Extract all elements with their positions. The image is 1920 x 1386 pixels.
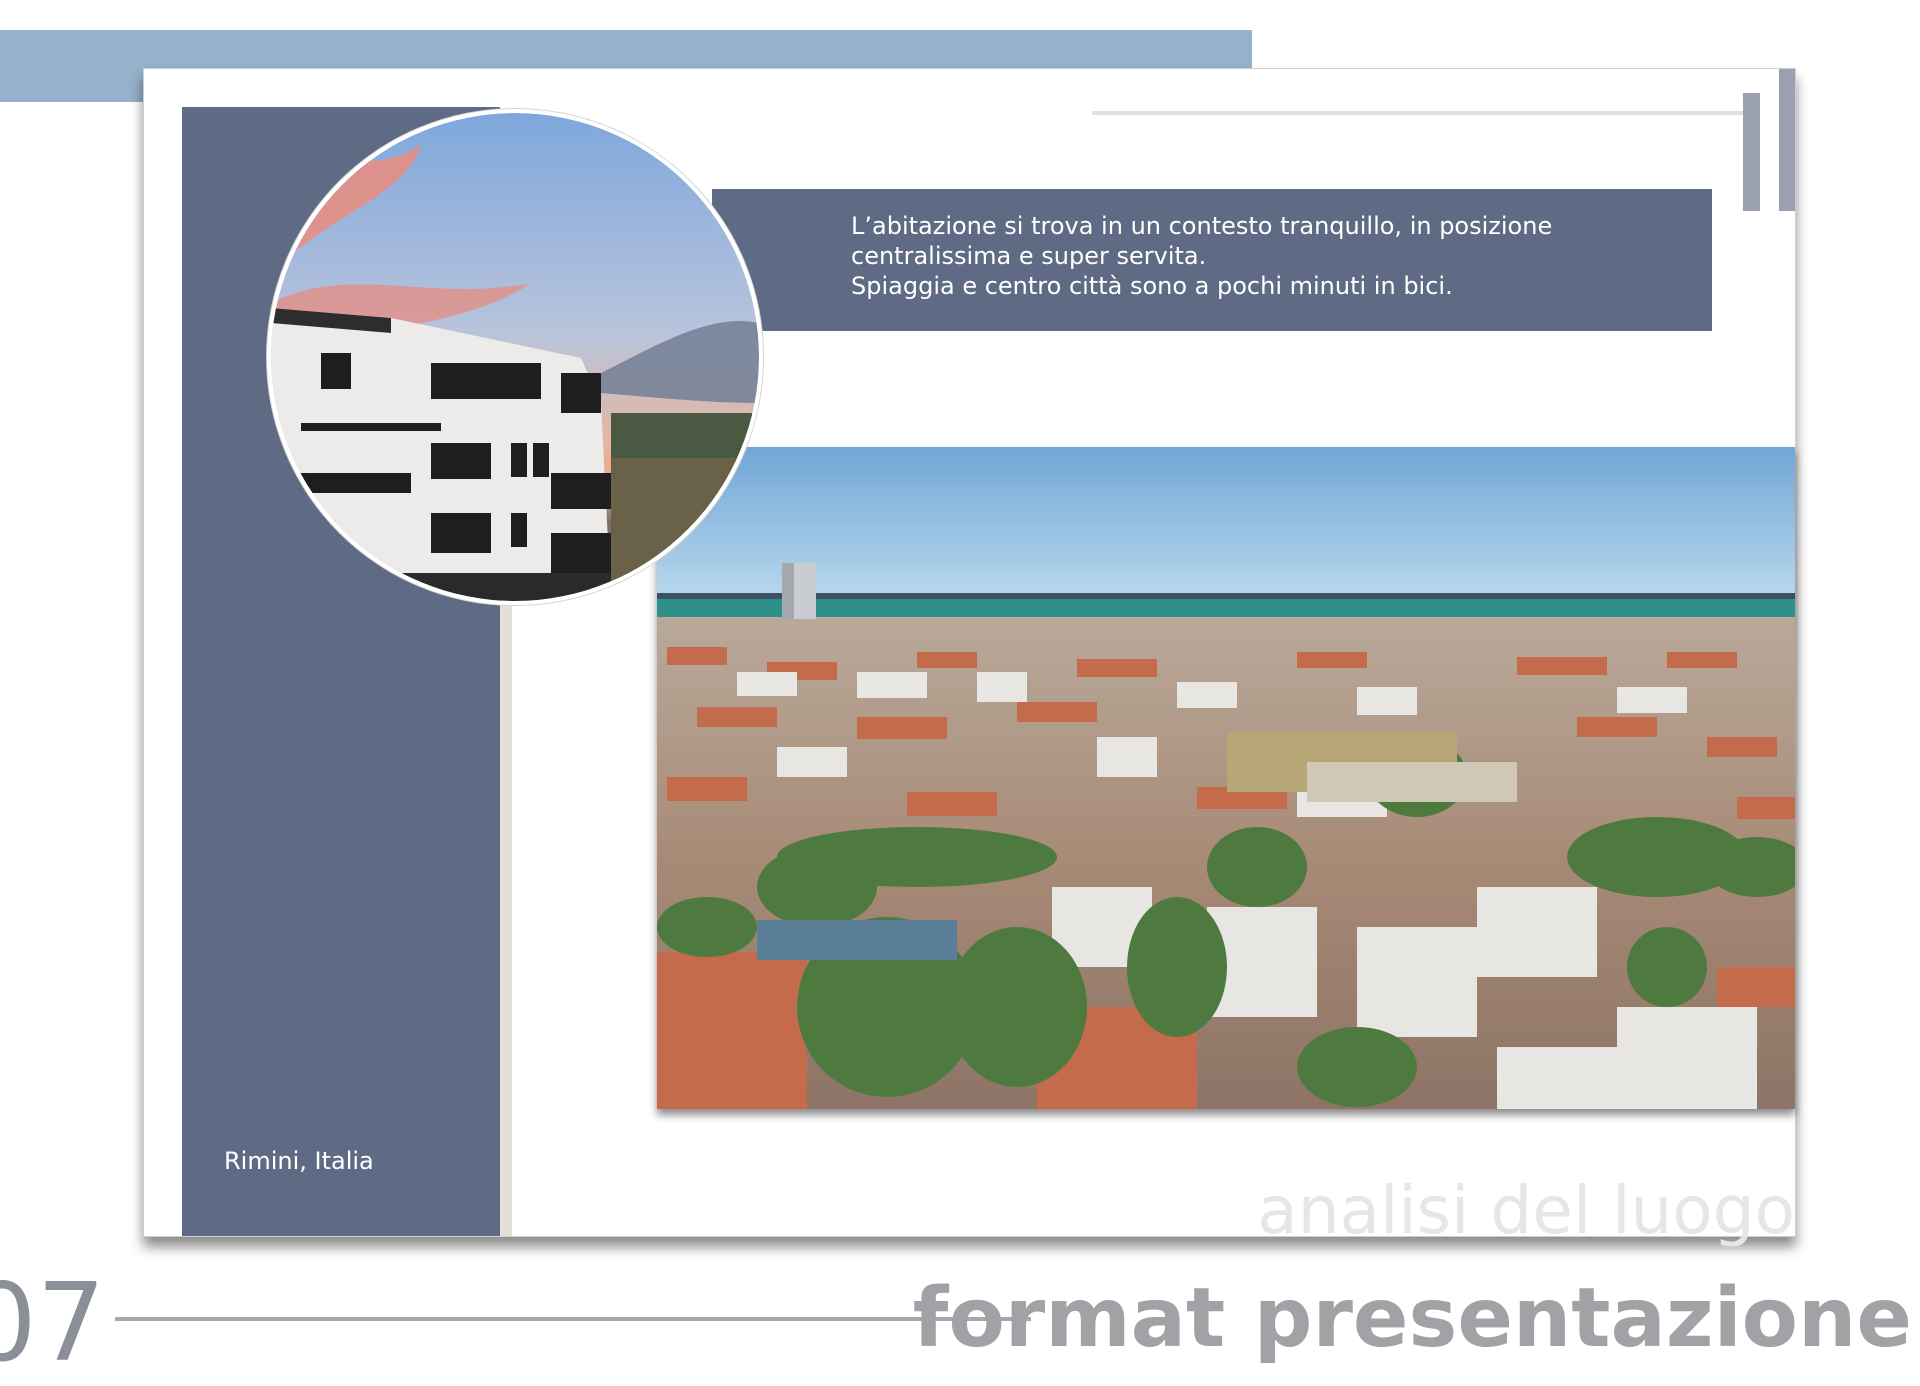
presentation-card: Rimini, Italia L’abitazione si trova in … — [143, 68, 1796, 1244]
description-line-3: Spiaggia e centro città sono a pochi min… — [851, 272, 1453, 300]
building-photo-circle — [267, 109, 763, 605]
section-watermark: analisi del luogo — [1257, 1172, 1795, 1249]
footer-title: format presentazione — [912, 1271, 1912, 1366]
corner-decoration-cut — [1743, 69, 1779, 93]
page-number: 07 — [0, 1261, 106, 1386]
aerial-city-illustration — [657, 447, 1795, 1109]
description-line-1: L’abitazione si trova in un contesto tra… — [851, 212, 1553, 240]
side-accent-strip — [500, 589, 512, 1236]
footer-rule — [115, 1317, 1031, 1321]
building-sunset-illustration — [271, 113, 759, 601]
description-text: L’abitazione si trova in un contesto tra… — [851, 211, 1651, 301]
location-label: Rimini, Italia — [224, 1147, 374, 1175]
top-decorative-line — [1092, 111, 1760, 115]
description-line-2: centralissima e super servita. — [851, 242, 1207, 270]
aerial-city-photo — [657, 447, 1795, 1109]
